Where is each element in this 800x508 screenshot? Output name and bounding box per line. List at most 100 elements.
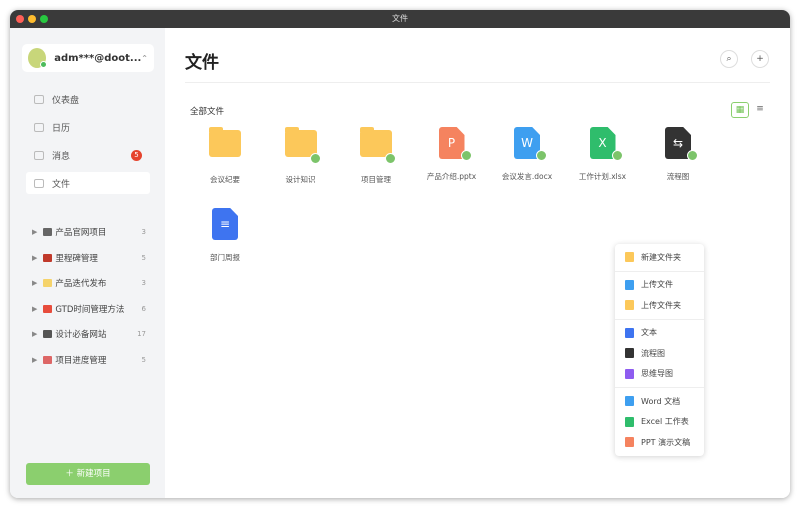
chevron-updown-icon: ⌃ <box>141 53 148 63</box>
breadcrumb[interactable]: 全部文件 <box>190 105 224 117</box>
maximize-button[interactable] <box>40 15 48 23</box>
project-emoji-icon <box>43 228 53 236</box>
project-item[interactable]: ▶ 产品官网项目 3 <box>32 224 152 240</box>
file-item[interactable]: ≡ 部门周报 <box>187 208 263 263</box>
project-emoji-icon <box>43 355 53 364</box>
menu-item[interactable]: 新建文件夹 <box>615 247 704 268</box>
sidebar-item-3[interactable]: 文件 <box>26 172 150 194</box>
menu-item[interactable]: 上传文件 <box>615 275 704 296</box>
project-emoji-icon <box>43 279 53 287</box>
expand-triangle-icon[interactable]: ▶ <box>32 356 37 364</box>
project-count: 5 <box>141 253 146 262</box>
avatar <box>28 48 48 68</box>
menu-item-icon <box>625 416 634 427</box>
shared-icon <box>309 153 321 164</box>
shared-icon <box>385 153 396 164</box>
minimize-button[interactable] <box>28 15 36 23</box>
shared-icon <box>687 150 698 161</box>
project-item[interactable]: ▶ 产品迭代发布 3 <box>32 275 152 291</box>
expand-triangle-icon[interactable]: ▶ <box>32 254 37 262</box>
nav-icon <box>34 150 44 160</box>
file-item[interactable]: W 会议发言.docx <box>489 127 565 182</box>
file-name: 设计知识 <box>285 175 316 184</box>
list-view-icon[interactable]: ≡ <box>751 102 769 118</box>
divider <box>185 82 770 83</box>
account-switcher[interactable]: adm***@doot... ⌃ <box>22 44 154 72</box>
nav-icon <box>34 94 44 104</box>
close-button[interactable] <box>16 15 24 23</box>
file-item[interactable]: 项目管理 <box>338 127 414 185</box>
project-item[interactable]: ▶ GTD时间管理方法 6 <box>32 301 152 317</box>
sidebar-item-2[interactable]: 消息 5 <box>26 144 150 166</box>
project-emoji-icon <box>43 330 53 338</box>
project-count: 17 <box>137 330 146 338</box>
file-item[interactable]: X 工作计划.xlsx <box>565 127 641 182</box>
menu-item-icon <box>625 368 634 379</box>
shared-icon <box>460 150 472 161</box>
project-count: 3 <box>141 279 146 287</box>
menu-item-label: 上传文件 <box>641 280 673 290</box>
file-item[interactable]: ⇆ 流程图 <box>640 127 716 182</box>
file-name: 工作计划.xlsx <box>578 172 627 181</box>
project-item[interactable]: ▶ 设计必备网站 17 <box>32 326 152 342</box>
menu-item[interactable]: 思维导图 <box>615 364 704 385</box>
expand-triangle-icon[interactable]: ▶ <box>32 279 37 287</box>
file-item[interactable]: 设计知识 <box>263 127 339 185</box>
sidebar-item-0[interactable]: 仪表盘 <box>26 88 150 110</box>
menu-item-icon <box>625 300 634 311</box>
menu-item-icon <box>625 396 634 407</box>
file-name: 会议发言.docx <box>501 172 553 181</box>
shared-icon <box>611 150 623 161</box>
menu-divider <box>615 387 704 388</box>
menu-item[interactable]: 上传文件夹 <box>615 295 704 316</box>
menu-item-icon <box>625 279 634 290</box>
add-icon[interactable]: + <box>751 50 769 68</box>
nav-label: 消息 <box>52 151 71 162</box>
project-item[interactable]: ▶ 项目进度管理 5 <box>32 352 152 368</box>
menu-item-label: 文本 <box>641 328 657 338</box>
menu-item[interactable]: Excel 工作表 <box>615 412 704 433</box>
folder-icon <box>209 127 241 157</box>
project-emoji-icon <box>43 253 53 262</box>
expand-triangle-icon[interactable]: ▶ <box>32 330 37 338</box>
context-menu: 新建文件夹上传文件上传文件夹文本流程图思维导图 Word 文档 Excel 工作表 P… <box>615 244 704 456</box>
menu-item[interactable]: PPT 演示文稿 <box>615 432 704 453</box>
file-item[interactable]: P 产品介绍.pptx <box>414 127 490 182</box>
menu-item-label: Word 文档 <box>641 396 681 406</box>
menu-item-icon <box>625 437 634 448</box>
file-name: 部门周报 <box>210 253 240 262</box>
sidebar: adm***@doot... ⌃ 仪表盘 日历 消息 5 文件 ▶ 产品官网项目 3 ▶ 里程碑… <box>10 28 165 498</box>
project-label: 设计必备网站 <box>55 330 107 340</box>
nav-label: 日历 <box>52 123 71 134</box>
menu-item-label: PPT 演示文稿 <box>641 437 691 447</box>
nav-icon <box>34 178 44 188</box>
menu-item[interactable]: 流程图 <box>615 343 704 364</box>
file-name: 会议纪要 <box>210 175 240 184</box>
file-item[interactable]: 会议纪要 <box>187 127 263 185</box>
file-name: 流程图 <box>666 172 690 181</box>
project-label: 里程碑管理 <box>55 253 98 264</box>
nav-label: 仪表盘 <box>52 95 80 106</box>
menu-item[interactable]: Word 文档 <box>615 391 704 412</box>
menu-item-label: 新建文件夹 <box>641 252 681 262</box>
menu-item-label: 流程图 <box>641 348 665 358</box>
project-label: GTD时间管理方法 <box>55 304 125 315</box>
file-name: 项目管理 <box>361 175 391 184</box>
menu-item[interactable]: 文本 <box>615 323 704 344</box>
expand-triangle-icon[interactable]: ▶ <box>32 228 37 236</box>
menu-item-icon <box>625 252 634 263</box>
expand-triangle-icon[interactable]: ▶ <box>32 305 37 313</box>
menu-divider <box>615 270 704 272</box>
sidebar-item-1[interactable]: 日历 <box>26 116 150 138</box>
new-project-button[interactable]: ＋ 新建项目 <box>26 463 150 485</box>
project-item[interactable]: ▶ 里程碑管理 5 <box>32 250 152 266</box>
project-label: 产品官网项目 <box>55 228 107 238</box>
account-name: adm***@doot... <box>54 52 142 64</box>
menu-item-label: 思维导图 <box>641 369 673 379</box>
menu-item-icon <box>625 327 634 338</box>
shared-icon <box>536 150 547 161</box>
search-icon[interactable]: ⌕ <box>720 50 738 68</box>
grid-view-icon[interactable]: ▦ <box>731 102 749 118</box>
project-count: 6 <box>141 304 146 313</box>
project-label: 项目进度管理 <box>55 355 107 366</box>
